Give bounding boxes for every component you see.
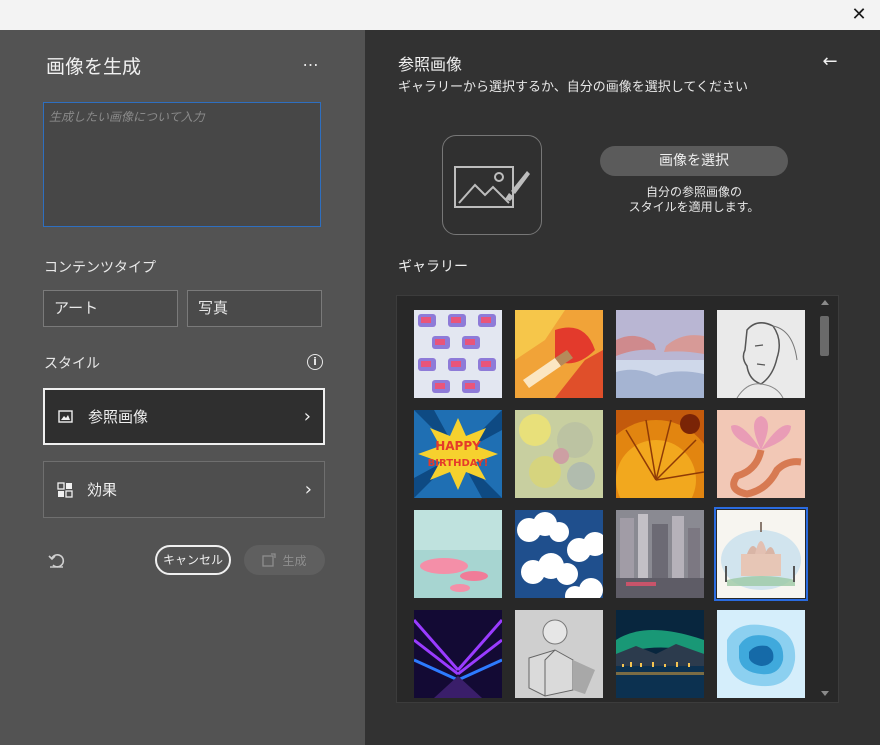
creation-hands-thumb[interactable] (616, 310, 704, 398)
geometric-shapes-sketch-thumb[interactable] (515, 610, 603, 698)
select-desc-line1: 自分の参照画像の (645, 185, 742, 199)
right-panel: 参照画像 ギャラリーから選択するか、自分の画像を選択してください ← 画像を選択… (365, 30, 880, 745)
style-row-effects[interactable]: 効果 › (43, 461, 325, 518)
generate-image-dialog: ✕ 画像を生成 … 生成したい画像について入力 コンテンツタイプ アート 写真 … (0, 0, 880, 745)
tv-pattern-thumb[interactable] (414, 310, 502, 398)
scroll-up-arrow-icon[interactable] (821, 300, 829, 305)
prompt-input[interactable]: 生成したい画像について入力 (43, 102, 321, 227)
blurred-city-thumb[interactable] (616, 510, 704, 598)
paper-cut-layers-thumb[interactable] (717, 610, 805, 698)
happy-birthday-comic-thumb[interactable]: HAPPY BIRTHDAY! (414, 410, 502, 498)
reset-icon[interactable] (47, 550, 67, 570)
panel-title: 画像を生成 (46, 56, 142, 78)
reference-image-dropzone[interactable] (442, 135, 542, 235)
select-image-button[interactable]: 画像を選択 (600, 146, 788, 176)
select-image-description: 自分の参照画像の スタイルを適用します。 (600, 185, 788, 215)
citrus-macro-thumb[interactable] (616, 410, 704, 498)
svg-text:BIRTHDAY!: BIRTHDAY! (428, 458, 489, 469)
prompt-placeholder: 生成したい画像について入力 (49, 110, 205, 124)
content-type-art-button[interactable]: アート (43, 290, 178, 327)
gallery-label: ギャラリー (398, 259, 468, 275)
reference-subtitle: ギャラリーから選択するか、自分の画像を選択してください (398, 80, 748, 95)
generate-icon (262, 553, 277, 567)
gallery-grid: HAPPY BIRTHDAY! (396, 295, 839, 703)
generate-button[interactable]: 生成 (244, 545, 325, 575)
close-icon[interactable]: ✕ (848, 4, 870, 26)
abstract-flower-thumb[interactable] (717, 410, 805, 498)
chevron-right-icon: › (303, 406, 311, 427)
pink-discs-thumb[interactable] (414, 510, 502, 598)
clouds-pattern-thumb[interactable] (515, 510, 603, 598)
title-bar: ✕ (0, 0, 880, 30)
svg-text:HAPPY: HAPPY (435, 439, 481, 453)
image-reference-icon (58, 409, 73, 423)
abstract-paint-thumb[interactable] (515, 410, 603, 498)
left-panel: 画像を生成 … 生成したい画像について入力 コンテンツタイプ アート 写真 スタ… (0, 30, 365, 745)
content-type-photo-button[interactable]: 写真 (187, 290, 322, 327)
gallery-scrollbar[interactable] (815, 296, 835, 702)
effects-icon (57, 481, 73, 498)
style-row-reference-image[interactable]: 参照画像 › (43, 388, 325, 445)
watercolor-cathedral-thumb[interactable] (714, 507, 808, 601)
generate-label: 生成 (282, 553, 307, 568)
pencil-portrait-thumb[interactable] (717, 310, 805, 398)
cancel-button[interactable]: キャンセル (155, 545, 231, 575)
info-icon[interactable]: i (307, 354, 323, 370)
image-placeholder-icon (454, 166, 530, 208)
chevron-right-icon: › (304, 479, 312, 500)
aurora-city-thumb[interactable] (616, 610, 704, 698)
back-arrow-icon[interactable]: ← (820, 52, 840, 72)
more-options-icon[interactable]: … (300, 50, 322, 72)
paint-brush-thumb[interactable] (515, 310, 603, 398)
neon-corridor-thumb[interactable] (414, 610, 502, 698)
content-type-label: コンテンツタイプ (44, 260, 156, 276)
style-row-label: 効果 (87, 481, 118, 499)
scroll-thumb[interactable] (820, 316, 829, 356)
reference-title: 参照画像 (398, 55, 463, 74)
scroll-down-arrow-icon[interactable] (821, 691, 829, 696)
select-desc-line2: スタイルを適用します。 (628, 200, 760, 214)
style-label: スタイル (44, 356, 100, 372)
style-row-label: 参照画像 (88, 408, 149, 426)
